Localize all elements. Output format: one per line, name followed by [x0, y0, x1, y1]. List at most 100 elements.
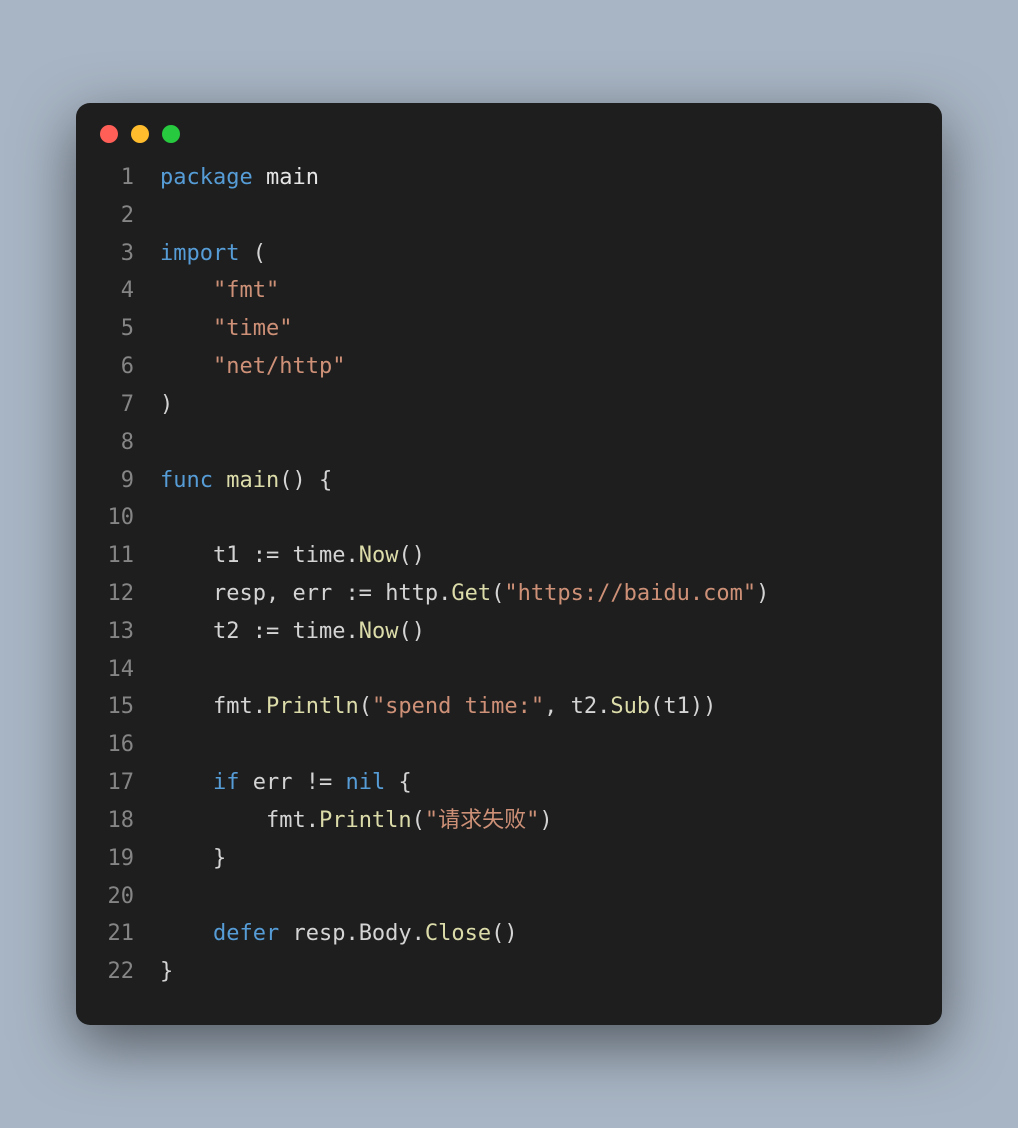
token-ident: t2 [160, 619, 253, 644]
line-content: resp, err := http.Get("https://baidu.com… [134, 575, 769, 613]
line-number: 10 [96, 499, 134, 537]
line-number: 3 [96, 235, 134, 273]
line-number: 4 [96, 272, 134, 310]
token-ident: fmt. [160, 694, 266, 719]
code-line: 20 [96, 878, 922, 916]
token-ident [160, 316, 213, 341]
token-fn: Sub [610, 694, 650, 719]
token-op: != [306, 770, 346, 795]
line-number: 16 [96, 726, 134, 764]
token-op: := [253, 619, 293, 644]
token-paren: () { [279, 468, 332, 493]
token-paren: ) [756, 581, 769, 606]
token-ident [160, 354, 213, 379]
line-content: func main() { [134, 462, 332, 500]
line-content: if err != nil { [134, 764, 412, 802]
code-window: 1package main23import (4 "fmt"5 "time"6 … [76, 103, 942, 1025]
token-str: "time" [213, 316, 292, 341]
line-number: 11 [96, 537, 134, 575]
token-paren: ( [491, 581, 504, 606]
token-ident: err [239, 770, 305, 795]
token-white: main [253, 165, 319, 190]
code-editor[interactable]: 1package main23import (4 "fmt"5 "time"6 … [76, 153, 942, 995]
code-line: 22} [96, 953, 922, 991]
token-paren: ( [359, 694, 372, 719]
code-line: 6 "net/http" [96, 348, 922, 386]
minimize-dot-icon[interactable] [131, 125, 149, 143]
code-line: 8 [96, 424, 922, 462]
token-ident: t1 [160, 543, 253, 568]
code-line: 13 t2 := time.Now() [96, 613, 922, 651]
token-op: := [345, 581, 385, 606]
line-content: fmt.Println("spend time:", t2.Sub(t1)) [134, 688, 716, 726]
token-paren: () [491, 921, 518, 946]
token-ident: time. [292, 543, 358, 568]
token-str: "net/http" [213, 354, 345, 379]
code-line: 21 defer resp.Body.Close() [96, 915, 922, 953]
line-content [134, 499, 160, 537]
code-line: 17 if err != nil { [96, 764, 922, 802]
token-str: "spend time:" [372, 694, 544, 719]
code-line: 3import ( [96, 235, 922, 273]
code-line: 2 [96, 197, 922, 235]
token-paren: } [160, 959, 173, 984]
code-line: 15 fmt.Println("spend time:", t2.Sub(t1)… [96, 688, 922, 726]
line-content [134, 726, 160, 764]
token-fn: main [213, 468, 279, 493]
line-number: 12 [96, 575, 134, 613]
token-kw: func [160, 468, 213, 493]
line-content [134, 878, 160, 916]
line-content: } [134, 840, 226, 878]
token-ident: time. [292, 619, 358, 644]
line-number: 14 [96, 651, 134, 689]
line-content: ) [134, 386, 173, 424]
token-kw: package [160, 165, 253, 190]
line-number: 20 [96, 878, 134, 916]
line-content: t2 := time.Now() [134, 613, 425, 651]
line-content: "net/http" [134, 348, 345, 386]
line-content [134, 424, 160, 462]
line-content: import ( [134, 235, 266, 273]
token-paren: ) [539, 808, 552, 833]
line-content: t1 := time.Now() [134, 537, 425, 575]
code-line: 5 "time" [96, 310, 922, 348]
code-line: 19 } [96, 840, 922, 878]
code-line: 11 t1 := time.Now() [96, 537, 922, 575]
line-number: 8 [96, 424, 134, 462]
line-content: "time" [134, 310, 292, 348]
line-number: 18 [96, 802, 134, 840]
token-ident: , t2. [544, 694, 610, 719]
code-line: 4 "fmt" [96, 272, 922, 310]
token-ident [160, 278, 213, 303]
token-kw: import [160, 241, 239, 266]
token-kw: if [213, 770, 240, 795]
line-number: 2 [96, 197, 134, 235]
line-content: fmt.Println("请求失败") [134, 802, 553, 840]
token-kw: defer [213, 921, 279, 946]
close-dot-icon[interactable] [100, 125, 118, 143]
line-number: 19 [96, 840, 134, 878]
code-line: 7) [96, 386, 922, 424]
line-content: } [134, 953, 173, 991]
token-fn: Close [425, 921, 491, 946]
line-content [134, 197, 160, 235]
line-number: 22 [96, 953, 134, 991]
maximize-dot-icon[interactable] [162, 125, 180, 143]
code-line: 9func main() { [96, 462, 922, 500]
token-paren: () [398, 619, 425, 644]
token-paren: ( [239, 241, 266, 266]
line-number: 5 [96, 310, 134, 348]
token-fn: Now [359, 543, 399, 568]
token-paren: () [398, 543, 425, 568]
token-ident: http. [385, 581, 451, 606]
line-number: 17 [96, 764, 134, 802]
line-content: package main [134, 159, 319, 197]
code-line: 10 [96, 499, 922, 537]
line-content [134, 651, 160, 689]
line-content: defer resp.Body.Close() [134, 915, 518, 953]
code-line: 12 resp, err := http.Get("https://baidu.… [96, 575, 922, 613]
line-number: 15 [96, 688, 134, 726]
token-str: "fmt" [213, 278, 279, 303]
token-paren: } [213, 846, 226, 871]
token-fn: Now [359, 619, 399, 644]
